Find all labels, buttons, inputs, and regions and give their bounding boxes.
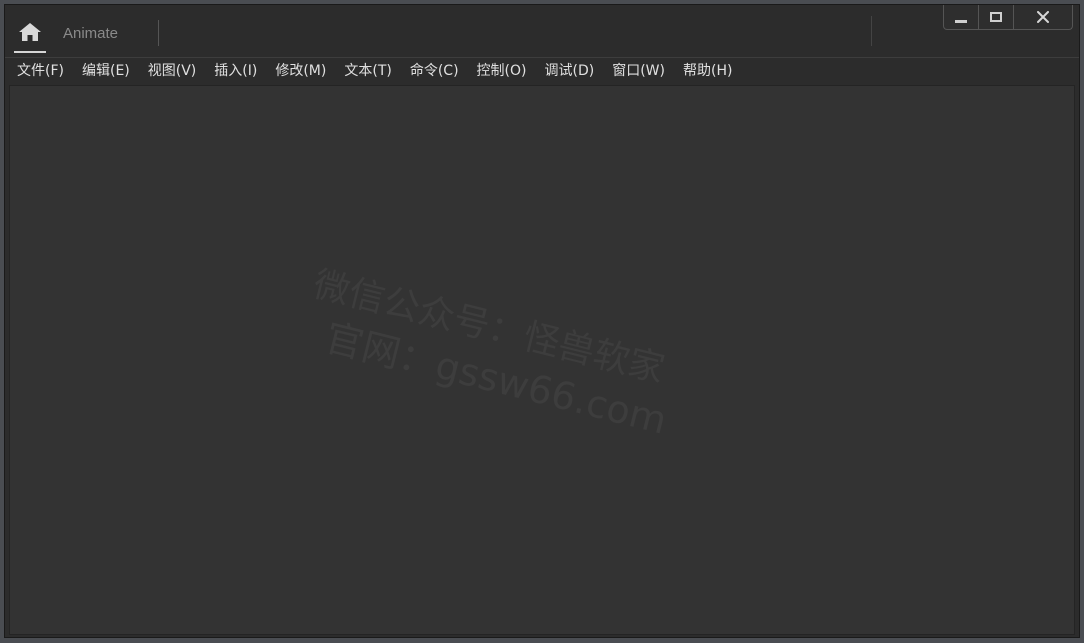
menu-text[interactable]: 文本(T) — [335, 58, 400, 84]
menu-insert[interactable]: 插入(I) — [205, 58, 266, 84]
workspace-area[interactable]: 微信公众号：怪兽软家 官网：gssw66.com — [9, 85, 1075, 635]
title-divider-right — [871, 16, 872, 46]
title-bar: Animate — [5, 5, 1079, 57]
app-title: Animate — [63, 25, 119, 42]
home-button[interactable] — [14, 17, 46, 53]
maximize-button[interactable] — [979, 5, 1014, 29]
menu-help[interactable]: 帮助(H) — [674, 58, 741, 84]
menu-control[interactable]: 控制(O) — [468, 58, 536, 84]
watermark: 微信公众号：怪兽软家 官网：gssw66.com — [297, 261, 683, 445]
menu-file[interactable]: 文件(F) — [5, 58, 73, 84]
app-window: Animate 文件(F) 编辑(E) 视图(V) 插入(I) 修改(M) 文本… — [4, 4, 1080, 638]
minimize-icon — [955, 19, 967, 23]
maximize-icon — [990, 12, 1002, 22]
menu-window[interactable]: 窗口(W) — [603, 58, 674, 84]
home-tab-indicator — [14, 51, 46, 53]
minimize-button[interactable] — [944, 5, 979, 29]
menu-modify[interactable]: 修改(M) — [266, 58, 335, 84]
home-icon — [19, 23, 41, 41]
menu-commands[interactable]: 命令(C) — [401, 58, 468, 84]
close-button[interactable] — [1014, 5, 1072, 29]
window-controls — [943, 5, 1073, 30]
menu-edit[interactable]: 编辑(E) — [73, 58, 139, 84]
close-icon — [1037, 11, 1049, 23]
title-divider — [158, 20, 159, 46]
menu-view[interactable]: 视图(V) — [139, 58, 206, 84]
menu-debug[interactable]: 调试(D) — [536, 58, 604, 84]
menu-bar: 文件(F) 编辑(E) 视图(V) 插入(I) 修改(M) 文本(T) 命令(C… — [5, 58, 1079, 84]
